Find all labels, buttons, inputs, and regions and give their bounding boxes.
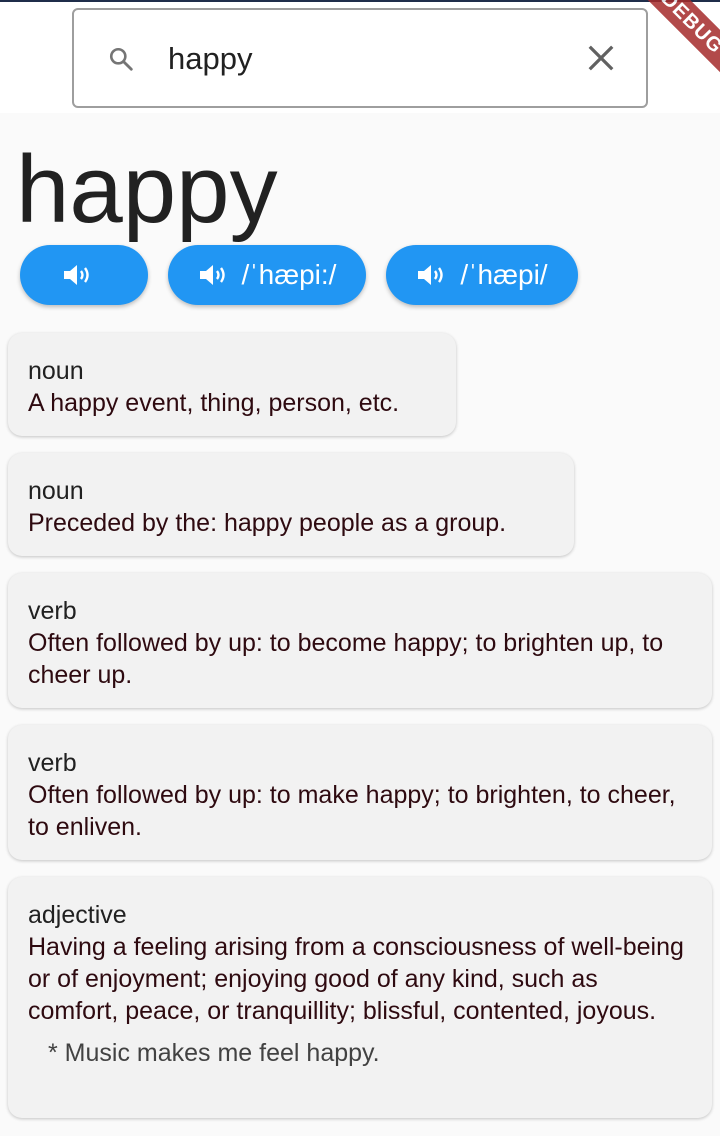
part-of-speech: verb — [28, 597, 77, 625]
definition-text: Often followed by up: to make happy; to … — [28, 781, 676, 841]
definition-card: verb Often followed by up: to make happy… — [8, 725, 712, 860]
example-sentence: * Music makes me feel happy. — [48, 1039, 380, 1067]
definition-card: adjective Having a feeling arising from … — [8, 877, 712, 1118]
definition-card: noun A happy event, thing, person, etc. — [8, 333, 456, 436]
definition-text: A happy event, thing, person, etc. — [28, 389, 400, 417]
word-title: happy — [16, 136, 278, 243]
volume-up-icon — [199, 265, 225, 285]
app-bar: DEBUG — [0, 0, 720, 113]
close-icon[interactable] — [586, 43, 616, 73]
pronounce-label: /ˈhæpi/ — [460, 259, 548, 290]
volume-up-icon — [418, 265, 444, 285]
definition-text: Often followed by up: to become happy; t… — [28, 629, 664, 689]
part-of-speech: noun — [28, 357, 84, 385]
part-of-speech: adjective — [28, 901, 127, 929]
search-field[interactable] — [72, 8, 648, 108]
pronounce-button-2[interactable]: /ˈhæpi:/ — [168, 245, 366, 305]
definition-card: verb Often followed by up: to become hap… — [8, 573, 712, 708]
pronounce-button-3[interactable]: /ˈhæpi/ — [386, 245, 578, 305]
pronounce-label: /ˈhæpi:/ — [241, 259, 337, 290]
part-of-speech: noun — [28, 477, 84, 505]
search-icon — [109, 47, 133, 71]
definition-card: noun Preceded by the: happy people as a … — [8, 453, 574, 556]
search-input[interactable] — [168, 36, 558, 82]
pronounce-button-1[interactable] — [20, 245, 148, 305]
definition-text: Having a feeling arising from a consciou… — [28, 933, 684, 1025]
status-line — [0, 0, 720, 2]
volume-up-icon — [64, 265, 89, 285]
part-of-speech: verb — [28, 749, 77, 777]
definition-text: Preceded by the: happy people as a group… — [28, 509, 507, 537]
